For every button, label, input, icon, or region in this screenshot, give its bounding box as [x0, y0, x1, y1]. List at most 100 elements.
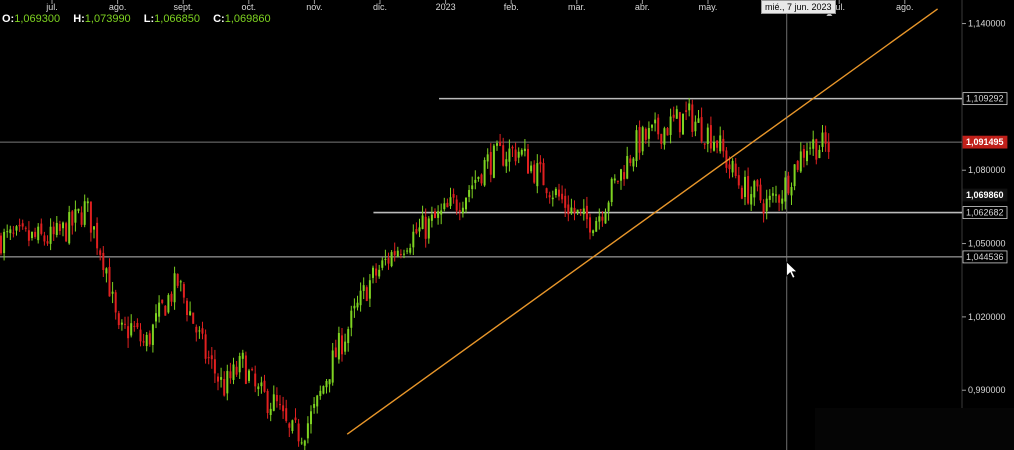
candle-body	[62, 222, 64, 229]
candle-body	[365, 287, 368, 301]
candle-body	[722, 138, 725, 152]
candle-body	[601, 216, 604, 221]
candle-body	[127, 326, 130, 339]
candle-body	[381, 260, 384, 268]
candle-body	[164, 305, 167, 316]
candle-body	[412, 231, 415, 248]
candle	[666, 127, 669, 136]
candle-body	[638, 127, 641, 153]
candle-body	[812, 139, 815, 149]
open-value: 1,069300	[14, 13, 61, 25]
month-label: sept.	[173, 2, 193, 12]
candle-body	[93, 226, 95, 230]
candle-body	[68, 212, 71, 244]
candle-body	[669, 116, 672, 135]
candle-body	[347, 329, 350, 344]
candle-body	[192, 312, 195, 324]
candle-body	[737, 175, 740, 186]
candle	[65, 221, 68, 243]
candle-body	[99, 250, 102, 255]
candle-body	[170, 293, 173, 302]
candle-body	[111, 291, 114, 294]
month-label: ago.	[109, 2, 127, 12]
candle-body	[306, 423, 309, 439]
candle-body	[3, 231, 6, 254]
candle-body	[176, 273, 179, 286]
candle-body	[350, 310, 353, 328]
candle-body	[765, 198, 768, 211]
candle-body	[105, 268, 108, 274]
month-label: abr.	[635, 2, 650, 12]
candle-body	[368, 280, 371, 299]
candle-body	[554, 188, 557, 196]
candle-body	[18, 224, 21, 227]
candle-body	[65, 223, 68, 242]
candle-body	[589, 217, 591, 233]
candle-body	[9, 229, 12, 234]
candle-body	[728, 164, 731, 170]
price-tag-label: 1,062682	[966, 208, 1004, 218]
candle-body	[471, 185, 474, 190]
candle-body	[49, 226, 52, 244]
candle-body	[697, 118, 700, 123]
candle-body	[27, 230, 30, 241]
candle-body	[415, 229, 418, 234]
candle-body	[719, 135, 722, 152]
candle-body	[257, 386, 260, 390]
candle-body	[567, 204, 570, 215]
candle-body	[762, 203, 765, 214]
candle-body	[620, 169, 622, 181]
candle-body	[657, 117, 660, 135]
candle-body	[288, 423, 291, 428]
candle-body	[434, 211, 436, 219]
candle-body	[629, 158, 632, 164]
candle-body	[824, 132, 827, 144]
candle-body	[251, 369, 254, 371]
candle-body	[703, 143, 706, 145]
candle-body	[424, 216, 427, 239]
candle-body	[133, 325, 136, 327]
candle-body	[319, 390, 322, 397]
month-label: feb.	[504, 2, 519, 12]
candle-body	[390, 252, 393, 267]
price-chart[interactable]: jul. ago. sept. oct. nov. dic. 2023 feb. mar. abr…	[0, 0, 1014, 450]
candle-body	[207, 357, 210, 359]
candle-body	[564, 195, 567, 208]
candle-body	[384, 258, 387, 260]
candle-body	[573, 207, 576, 213]
price-tag-label: 1,109292	[966, 94, 1004, 104]
candle-body	[46, 241, 49, 244]
candle-body	[474, 179, 477, 183]
month-label: jul.	[45, 2, 58, 12]
candle-body	[632, 158, 635, 167]
candle	[244, 351, 247, 385]
candle-body	[331, 350, 334, 383]
candle-body	[694, 121, 697, 132]
candle-body	[713, 141, 715, 151]
high-label: H:	[73, 13, 85, 25]
candle-body	[114, 292, 117, 313]
candle-body	[77, 208, 80, 211]
candle-body	[821, 132, 824, 147]
candle-body	[421, 215, 424, 229]
candle-body	[449, 197, 452, 207]
candle-body	[527, 148, 529, 174]
candle-body	[613, 178, 616, 181]
candle-body	[682, 113, 684, 135]
candle-body	[675, 109, 678, 119]
candle-body	[375, 268, 378, 276]
candle-body	[796, 161, 799, 170]
candle-body	[644, 128, 647, 140]
candle-body	[334, 347, 337, 358]
candle-body	[316, 395, 319, 407]
candle-body	[616, 180, 619, 182]
candle-body	[536, 163, 539, 187]
candle-body	[71, 211, 74, 226]
candle-body	[182, 284, 185, 298]
candle-body	[558, 189, 560, 197]
candle-body	[477, 176, 480, 179]
candle-body	[610, 178, 613, 203]
candle-body	[15, 226, 18, 231]
candle	[248, 368, 250, 384]
candle-body	[213, 359, 216, 374]
